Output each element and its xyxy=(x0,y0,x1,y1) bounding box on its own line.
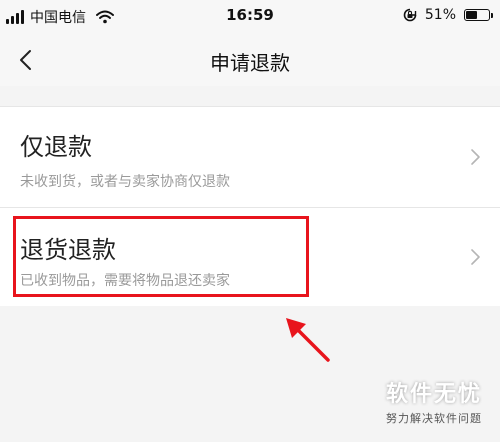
watermark-subtitle: 努力解决软件问题 xyxy=(386,412,482,425)
status-right: 51% xyxy=(403,7,493,23)
orientation-lock-icon xyxy=(403,8,417,22)
battery-icon xyxy=(464,9,493,21)
option-refund-only[interactable]: 仅退款 未收到货，或者与卖家协商仅退款 xyxy=(0,106,500,207)
status-bar: 中国电信 16:59 51% xyxy=(0,0,500,34)
page-title: 申请退款 xyxy=(210,51,290,75)
battery-level xyxy=(466,11,477,19)
option-title: 仅退款 xyxy=(20,133,92,161)
option-subtitle: 未收到货，或者与卖家协商仅退款 xyxy=(20,174,230,190)
arrow-annotation-icon xyxy=(286,318,330,362)
watermark: 软件无忧 努力解决软件问题 xyxy=(380,376,488,426)
battery-percent: 51% xyxy=(424,7,456,23)
highlight-box xyxy=(13,216,309,297)
chevron-right-icon xyxy=(471,149,480,165)
chevron-right-icon xyxy=(471,249,480,265)
nav-bar: 申请退款 xyxy=(0,34,500,86)
watermark-title: 软件无忧 xyxy=(385,382,482,407)
